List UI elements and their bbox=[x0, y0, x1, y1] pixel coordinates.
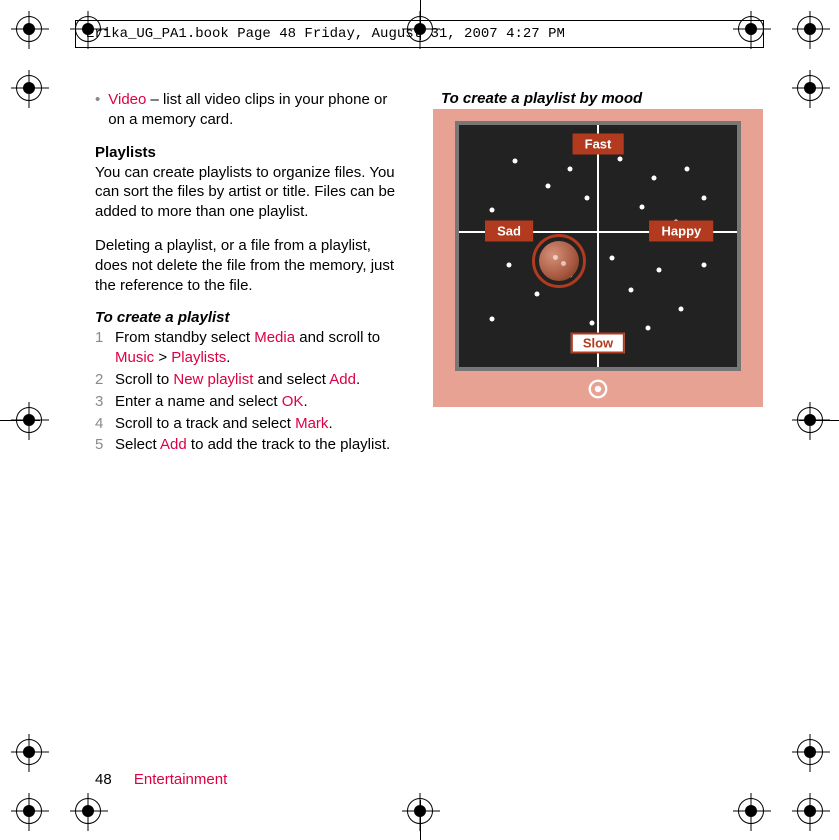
step-text: Select Add to add the track to the playl… bbox=[115, 435, 390, 455]
data-point-icon bbox=[590, 321, 595, 326]
reg-mark-icon bbox=[797, 16, 823, 42]
data-point-icon bbox=[679, 306, 684, 311]
walkman-icon bbox=[587, 378, 609, 400]
axis-vertical bbox=[597, 125, 599, 367]
data-point-icon bbox=[545, 183, 550, 188]
data-point-icon bbox=[490, 316, 495, 321]
step-item: 3 Enter a name and select OK. bbox=[95, 392, 405, 412]
step-number: 5 bbox=[95, 435, 107, 455]
page-footer: 48 Entertainment bbox=[95, 771, 227, 788]
section-name: Entertainment bbox=[134, 771, 227, 788]
bullet-item: • Video – list all video clips in your p… bbox=[95, 90, 405, 130]
page-number: 48 bbox=[95, 771, 112, 788]
step-item: 1 From standby select Media and scroll t… bbox=[95, 328, 405, 368]
data-point-icon bbox=[490, 207, 495, 212]
data-point-icon bbox=[640, 205, 645, 210]
data-point-icon bbox=[701, 263, 706, 268]
step-text: Scroll to New playlist and select Add. bbox=[115, 370, 360, 390]
step-text: Scroll to a track and select Mark. bbox=[115, 414, 333, 434]
mood-label-top: Fast bbox=[573, 134, 624, 155]
data-point-icon bbox=[657, 268, 662, 273]
step-number: 4 bbox=[95, 414, 107, 434]
step-number: 3 bbox=[95, 392, 107, 412]
step-text: Enter a name and select OK. bbox=[115, 392, 308, 412]
data-point-icon bbox=[512, 159, 517, 164]
print-meta-text: Erika_UG_PA1.book Page 48 Friday, August… bbox=[86, 26, 565, 42]
heading-create-by-mood: To create a playlist by mood bbox=[441, 90, 773, 107]
paragraph: Deleting a playlist, or a file from a pl… bbox=[95, 236, 405, 295]
reg-mark-icon bbox=[797, 75, 823, 101]
step-item: 4 Scroll to a track and select Mark. bbox=[95, 414, 405, 434]
mood-label-right: Happy bbox=[650, 221, 714, 242]
mood-label-left: Sad bbox=[485, 221, 533, 242]
reg-mark-icon bbox=[16, 75, 42, 101]
phone-mockup: Fast Sad Happy Slow bbox=[433, 109, 763, 407]
data-point-icon bbox=[584, 195, 589, 200]
step-number: 2 bbox=[95, 370, 107, 390]
data-point-icon bbox=[609, 256, 614, 261]
reg-mark-icon bbox=[738, 798, 764, 824]
data-point-icon bbox=[618, 156, 623, 161]
heading-create-playlist: To create a playlist bbox=[95, 309, 405, 326]
data-point-icon bbox=[701, 195, 706, 200]
mood-grid: Fast Sad Happy Slow bbox=[455, 121, 741, 371]
reg-mark-icon bbox=[16, 798, 42, 824]
bullet-text: Video – list all video clips in your pho… bbox=[108, 90, 405, 130]
step-item: 2 Scroll to New playlist and select Add. bbox=[95, 370, 405, 390]
data-point-icon bbox=[629, 287, 634, 292]
data-point-icon bbox=[507, 263, 512, 268]
left-column: • Video – list all video clips in your p… bbox=[95, 90, 405, 457]
right-column: To create a playlist by mood bbox=[433, 90, 773, 457]
crop-mark-icon bbox=[799, 420, 839, 421]
data-point-icon bbox=[684, 166, 689, 171]
paragraph: You can create playlists to organize fil… bbox=[95, 163, 405, 222]
reg-mark-icon bbox=[16, 739, 42, 765]
reg-mark-icon bbox=[75, 798, 101, 824]
reg-mark-icon bbox=[797, 739, 823, 765]
mood-label-bottom: Slow bbox=[571, 332, 625, 353]
crop-mark-icon bbox=[420, 800, 421, 840]
steps-list: 1 From standby select Media and scroll t… bbox=[95, 328, 405, 455]
step-number: 1 bbox=[95, 328, 107, 368]
heading-playlists: Playlists bbox=[95, 144, 405, 161]
data-point-icon bbox=[568, 166, 573, 171]
phone-chin bbox=[455, 371, 741, 407]
print-meta-header: Erika_UG_PA1.book Page 48 Friday, August… bbox=[75, 20, 764, 48]
data-point-icon bbox=[534, 292, 539, 297]
data-point-icon bbox=[646, 326, 651, 331]
reg-mark-icon bbox=[797, 798, 823, 824]
data-point-icon bbox=[651, 176, 656, 181]
step-item: 5 Select Add to add the track to the pla… bbox=[95, 435, 405, 455]
mood-cursor-ball-icon bbox=[539, 241, 579, 281]
step-text: From standby select Media and scroll to … bbox=[115, 328, 405, 368]
bullet-icon: • bbox=[95, 90, 100, 130]
crop-mark-icon bbox=[0, 420, 40, 421]
term-video: Video bbox=[108, 91, 146, 108]
reg-mark-icon bbox=[16, 16, 42, 42]
